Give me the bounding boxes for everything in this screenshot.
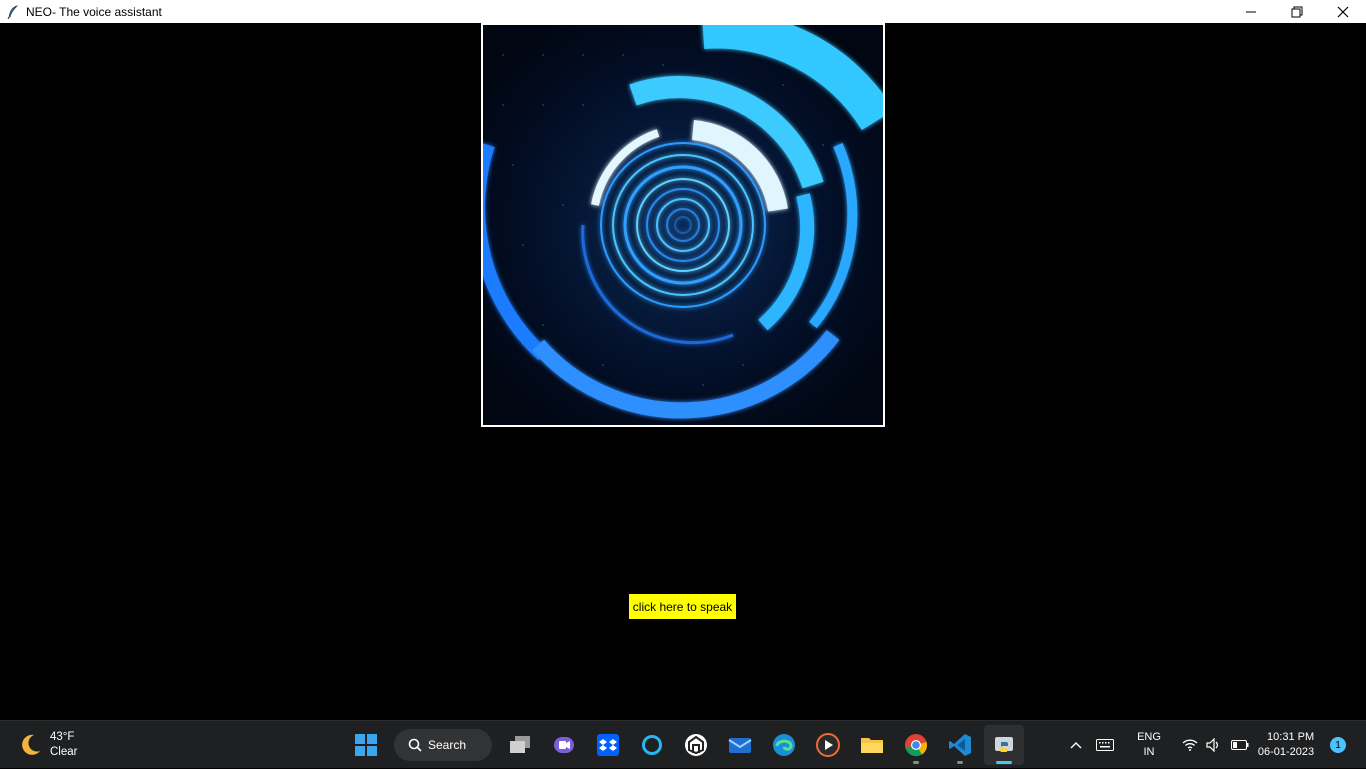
app-button[interactable] bbox=[676, 725, 716, 765]
edge-button[interactable] bbox=[764, 725, 804, 765]
feather-icon bbox=[6, 4, 20, 19]
teams-chat-icon bbox=[554, 737, 574, 753]
window-title: NEO- The voice assistant bbox=[26, 4, 162, 19]
assistant-animation bbox=[481, 23, 885, 427]
language-indicator[interactable]: ENG IN bbox=[1126, 730, 1172, 760]
teams-chat-button[interactable] bbox=[544, 725, 584, 765]
show-hidden-icons-button[interactable] bbox=[1062, 741, 1090, 749]
language-line2: IN bbox=[1143, 746, 1155, 758]
vscode-icon bbox=[949, 734, 971, 756]
keyboard-button[interactable] bbox=[1090, 739, 1120, 751]
vscode-button[interactable] bbox=[940, 725, 980, 765]
keyboard-icon bbox=[1096, 739, 1114, 751]
weather-temp: 43°F bbox=[50, 731, 75, 743]
cortana-icon bbox=[642, 735, 662, 755]
python-button[interactable] bbox=[984, 725, 1024, 765]
taskbar-search[interactable]: Search bbox=[394, 729, 492, 761]
file-explorer-icon bbox=[861, 738, 883, 753]
weather-condition: Clear bbox=[50, 746, 78, 758]
clock-time: 10:31 PM bbox=[1267, 731, 1315, 743]
windows-start-icon bbox=[355, 734, 377, 756]
close-icon bbox=[1337, 6, 1349, 17]
window-titlebar: NEO- The voice assistant bbox=[0, 0, 1366, 23]
clock-date: 06-01-2023 bbox=[1257, 746, 1315, 758]
dropbox-icon bbox=[597, 734, 619, 756]
clock[interactable]: 10:31 PM 06-01-2023 bbox=[1254, 730, 1318, 760]
task-view-button[interactable] bbox=[500, 725, 540, 765]
taskbar: 43°F Clear Search ENG IN 10:31 PM 06-01-… bbox=[0, 720, 1366, 768]
weather-widget[interactable]: 43°F Clear bbox=[16, 727, 77, 763]
moon-icon bbox=[22, 734, 40, 755]
app-icon bbox=[685, 734, 707, 756]
language-line1: ENG bbox=[1137, 731, 1161, 743]
notification-badge[interactable]: 1 bbox=[1330, 737, 1346, 753]
volume-button[interactable] bbox=[1202, 738, 1226, 752]
wifi-button[interactable] bbox=[1178, 739, 1202, 751]
mail-icon bbox=[728, 738, 752, 753]
chrome-button[interactable] bbox=[896, 725, 936, 765]
start-button[interactable] bbox=[346, 725, 386, 765]
dropbox-button[interactable] bbox=[588, 725, 628, 765]
wifi-icon bbox=[1182, 739, 1198, 751]
search-icon bbox=[408, 738, 422, 752]
edge-icon bbox=[773, 734, 795, 756]
media-player-icon bbox=[816, 733, 840, 757]
chevron-up-icon bbox=[1070, 742, 1082, 749]
battery-button[interactable] bbox=[1226, 740, 1254, 750]
restore-icon bbox=[1291, 6, 1303, 17]
volume-icon bbox=[1206, 738, 1218, 752]
battery-icon bbox=[1231, 740, 1249, 750]
speak-button[interactable]: click here to speak bbox=[629, 594, 736, 619]
app-canvas: click here to speak bbox=[0, 23, 1366, 720]
mail-button[interactable] bbox=[720, 725, 760, 765]
close-button[interactable] bbox=[1320, 0, 1366, 23]
media-player-button[interactable] bbox=[808, 725, 848, 765]
search-label: Search bbox=[428, 738, 467, 752]
file-explorer-button[interactable] bbox=[852, 725, 892, 765]
cortana-button[interactable] bbox=[632, 725, 672, 765]
task-view-icon bbox=[510, 736, 530, 753]
minimize-button[interactable] bbox=[1228, 0, 1274, 23]
python-icon bbox=[995, 737, 1013, 752]
restore-button[interactable] bbox=[1274, 0, 1320, 23]
chrome-icon bbox=[905, 734, 928, 757]
minimize-icon bbox=[1246, 11, 1256, 12]
